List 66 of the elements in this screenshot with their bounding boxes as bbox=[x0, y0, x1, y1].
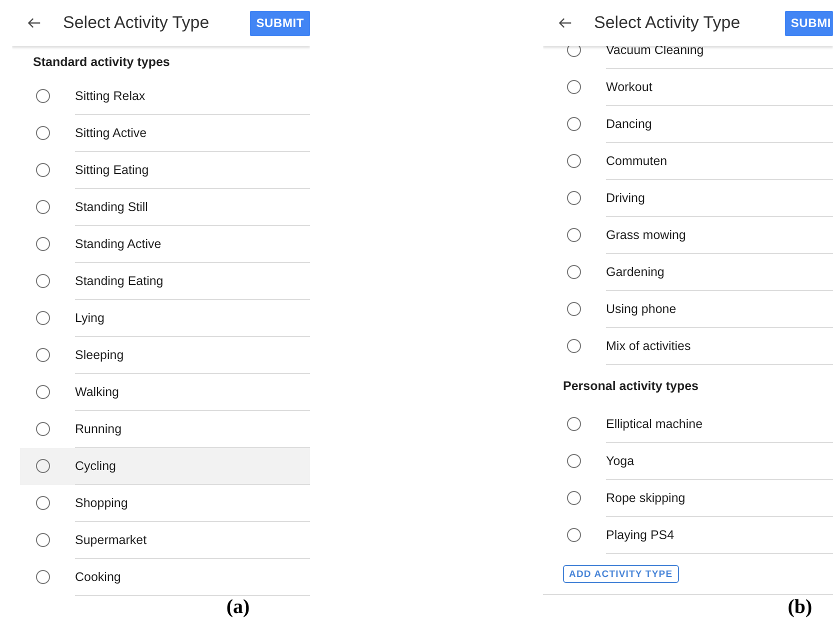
option-label: Standing Eating bbox=[75, 274, 164, 288]
submit-button[interactable]: SUBMIT bbox=[250, 10, 310, 36]
submit-button[interactable]: SUBMI bbox=[784, 10, 833, 36]
add-activity-button[interactable]: ADD ACTIVITY TYPE bbox=[563, 565, 679, 583]
option-label: Workout bbox=[606, 80, 652, 94]
radio-button[interactable] bbox=[567, 454, 581, 468]
radio-button[interactable] bbox=[36, 126, 50, 140]
radio-button[interactable] bbox=[567, 528, 581, 542]
option-label: Sitting Active bbox=[75, 126, 147, 140]
option-label: Grass mowing bbox=[606, 228, 686, 242]
section-heading: Standard activity types bbox=[33, 55, 170, 69]
option-label: Sleeping bbox=[75, 348, 124, 362]
option-label: Yoga bbox=[606, 454, 634, 468]
option-label: Running bbox=[75, 422, 122, 436]
radio-button[interactable] bbox=[36, 533, 50, 547]
radio-button[interactable] bbox=[567, 265, 581, 279]
option-label: Mix of activities bbox=[606, 339, 691, 353]
back-arrow-icon[interactable] bbox=[558, 16, 572, 30]
radio-button[interactable] bbox=[567, 228, 581, 242]
option-label: Standing Active bbox=[75, 237, 162, 251]
radio-button[interactable] bbox=[567, 43, 581, 57]
option-label: Vacuum Cleaning bbox=[606, 43, 704, 57]
radio-button[interactable] bbox=[567, 191, 581, 205]
figure-caption: (b) bbox=[786, 596, 814, 619]
radio-button[interactable] bbox=[36, 459, 50, 473]
radio-button[interactable] bbox=[36, 163, 50, 177]
radio-button[interactable] bbox=[567, 491, 581, 505]
option-label: Driving bbox=[606, 191, 645, 205]
option-label: Dancing bbox=[606, 117, 652, 131]
figure-caption: (a) bbox=[225, 596, 251, 619]
option-label: Commuten bbox=[606, 154, 668, 168]
option-label: Sitting Eating bbox=[75, 163, 149, 177]
option-label: Gardening bbox=[606, 265, 664, 279]
option-label: Playing PS4 bbox=[606, 528, 674, 542]
radio-button[interactable] bbox=[567, 417, 581, 431]
radio-button[interactable] bbox=[36, 200, 50, 214]
screen-title: Select Activity Type bbox=[594, 13, 742, 33]
option-label: Supermarket bbox=[75, 533, 147, 547]
radio-button[interactable] bbox=[36, 237, 50, 251]
option-label: Using phone bbox=[606, 302, 676, 316]
radio-button[interactable] bbox=[36, 348, 50, 362]
option-label: Standing Still bbox=[75, 200, 148, 214]
radio-button[interactable] bbox=[36, 274, 50, 288]
radio-button[interactable] bbox=[567, 117, 581, 131]
option-label: Rope skipping bbox=[606, 491, 686, 505]
back-arrow-icon[interactable] bbox=[27, 16, 41, 30]
option-label: Cooking bbox=[75, 570, 121, 584]
radio-button[interactable] bbox=[567, 80, 581, 94]
radio-button[interactable] bbox=[36, 311, 50, 325]
radio-button[interactable] bbox=[567, 154, 581, 168]
option-label: Walking bbox=[75, 385, 119, 399]
option-label: Lying bbox=[75, 311, 104, 325]
option-label: Sitting Relax bbox=[75, 89, 146, 103]
option-label: Elliptical machine bbox=[606, 417, 703, 431]
radio-button[interactable] bbox=[36, 570, 50, 584]
radio-button[interactable] bbox=[36, 422, 50, 436]
radio-button[interactable] bbox=[36, 496, 50, 510]
option-label: Cycling bbox=[75, 459, 116, 473]
radio-button[interactable] bbox=[36, 89, 50, 103]
option-label: Shopping bbox=[75, 496, 128, 510]
radio-button[interactable] bbox=[36, 385, 50, 399]
screen-title: Select Activity Type bbox=[63, 13, 210, 33]
radio-button[interactable] bbox=[567, 339, 581, 353]
section-heading: Personal activity types bbox=[563, 378, 698, 392]
highlighted-row[interactable]: Cycling bbox=[20, 448, 310, 485]
radio-button[interactable] bbox=[567, 302, 581, 316]
